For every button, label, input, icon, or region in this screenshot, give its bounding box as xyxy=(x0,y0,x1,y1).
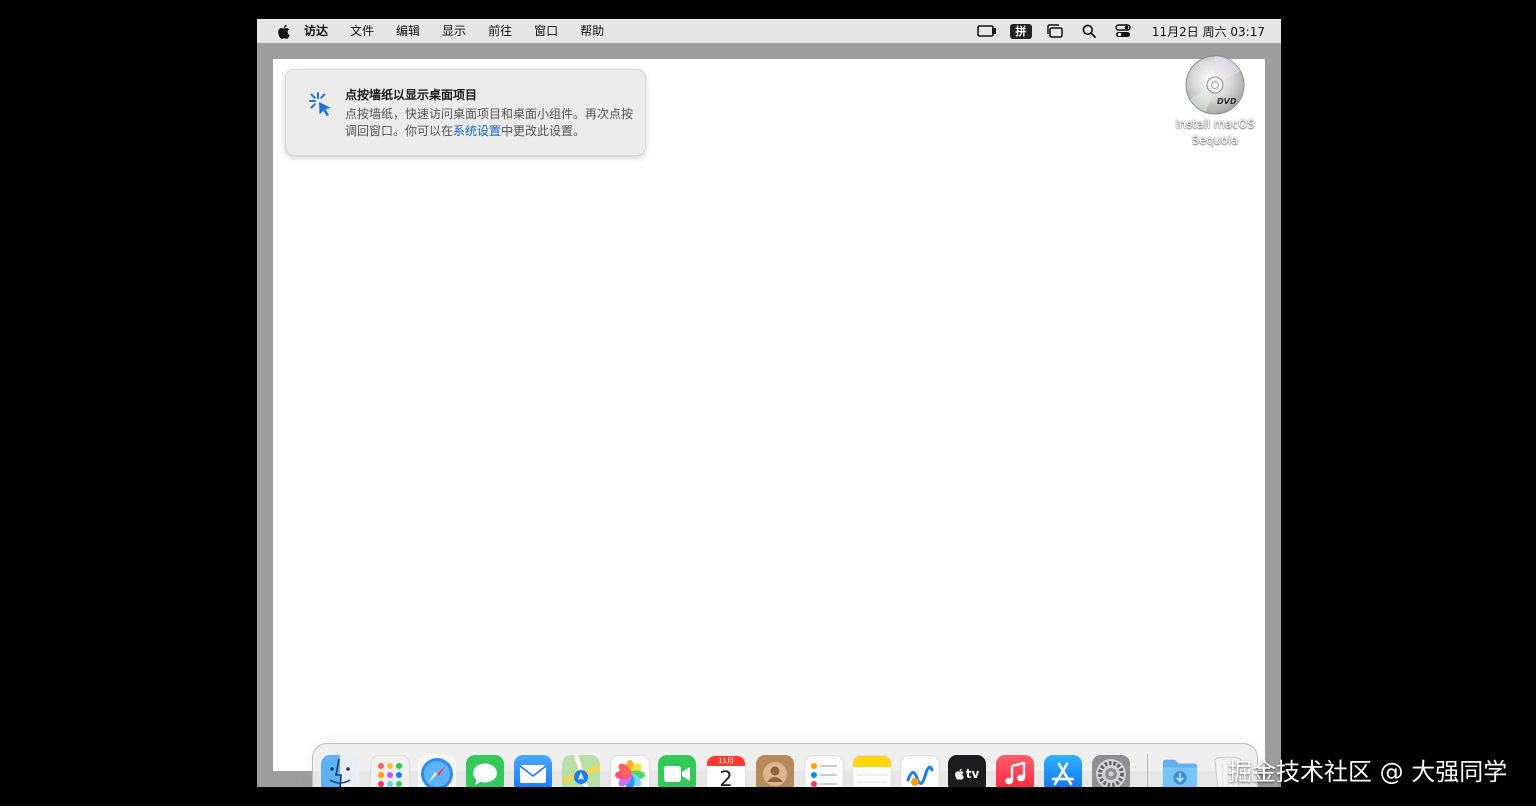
app-store-icon[interactable] xyxy=(1044,755,1082,787)
menu-finder[interactable]: 访达 xyxy=(291,19,339,43)
system-settings-icon[interactable] xyxy=(1092,755,1130,787)
system-settings-link[interactable]: 系统设置 xyxy=(453,124,501,138)
maps-icon[interactable] xyxy=(562,755,600,787)
notes-icon[interactable] xyxy=(852,755,892,787)
dvd-disc-icon: DVD xyxy=(1184,54,1246,116)
screen-mirroring-icon[interactable] xyxy=(975,22,999,40)
desktop-wallpaper[interactable]: 点按墙纸以显示桌面项目 点按墙纸，快速访问桌面项目和桌面小组件。再次点按调回窗口… xyxy=(273,55,1265,787)
calendar-month: 11月 xyxy=(707,756,745,766)
dvd-disc-text: DVD xyxy=(1217,97,1237,106)
photos-icon[interactable] xyxy=(610,755,650,787)
menu-help[interactable]: 帮助 xyxy=(569,19,615,43)
dock: 11月 2 tv xyxy=(312,743,1258,787)
menu-go[interactable]: 前往 xyxy=(477,19,523,43)
input-method-label: 拼 xyxy=(1009,23,1032,39)
finder-icon[interactable] xyxy=(321,755,359,787)
downloads-folder-icon[interactable] xyxy=(1161,755,1199,787)
watermark: 掘金技术社区 @ 大强同学 xyxy=(1228,758,1508,786)
desktop-item-install-macos[interactable]: DVD Install macOS Sequoia xyxy=(1168,54,1262,148)
menu-edit[interactable]: 编辑 xyxy=(385,19,431,43)
control-center-icon[interactable] xyxy=(1111,22,1135,40)
reminders-icon[interactable] xyxy=(804,755,844,787)
music-icon[interactable] xyxy=(996,755,1034,787)
tip-title: 点按墙纸以显示桌面项目 xyxy=(345,88,478,102)
tv-icon-label: tv xyxy=(965,767,980,781)
menu-file[interactable]: 文件 xyxy=(339,19,385,43)
launchpad-icon[interactable] xyxy=(370,755,410,787)
freeform-icon[interactable] xyxy=(900,755,940,787)
menu-window[interactable]: 窗口 xyxy=(523,19,569,43)
calendar-day: 2 xyxy=(719,767,733,787)
status-area: 拼 11月2日 周六 03:17 xyxy=(970,19,1281,43)
safari-icon[interactable] xyxy=(418,755,456,787)
desktop-item-label: Install macOS Sequoia xyxy=(1175,117,1255,147)
menu-view[interactable]: 显示 xyxy=(431,19,477,43)
dock-separator xyxy=(1147,754,1148,787)
input-method-icon[interactable]: 拼 xyxy=(1009,22,1033,40)
spotlight-search-icon[interactable] xyxy=(1077,22,1101,40)
mail-icon[interactable] xyxy=(514,755,552,787)
menu-bar-clock[interactable]: 11月2日 周六 03:17 xyxy=(1152,23,1265,40)
notes-header xyxy=(853,756,891,767)
tv-icon[interactable]: tv xyxy=(948,755,986,787)
tip-body: 点按墙纸，快速访问桌面项目和桌面小组件。再次点按调回窗口。你可以在系统设置中更改… xyxy=(345,106,635,140)
stage-manager-icon[interactable] xyxy=(1043,22,1067,40)
messages-icon[interactable] xyxy=(466,755,504,787)
apple-menu-icon[interactable] xyxy=(277,23,291,39)
click-wallpaper-icon xyxy=(306,90,336,120)
contacts-icon[interactable] xyxy=(756,755,794,787)
tip-body-text-end: 中更改此设置。 xyxy=(501,124,586,138)
calendar-icon[interactable]: 11月 2 xyxy=(706,755,746,787)
facetime-icon[interactable] xyxy=(658,755,696,787)
screen: 访达 文件 编辑 显示 前往 窗口 帮助 拼 11月2日 周六 03:17 点按… xyxy=(257,19,1281,787)
desktop-tip-notification[interactable]: 点按墙纸以显示桌面项目 点按墙纸，快速访问桌面项目和桌面小组件。再次点按调回窗口… xyxy=(285,69,646,156)
menu-bar: 访达 文件 编辑 显示 前往 窗口 帮助 拼 11月2日 周六 03:17 xyxy=(257,19,1281,43)
